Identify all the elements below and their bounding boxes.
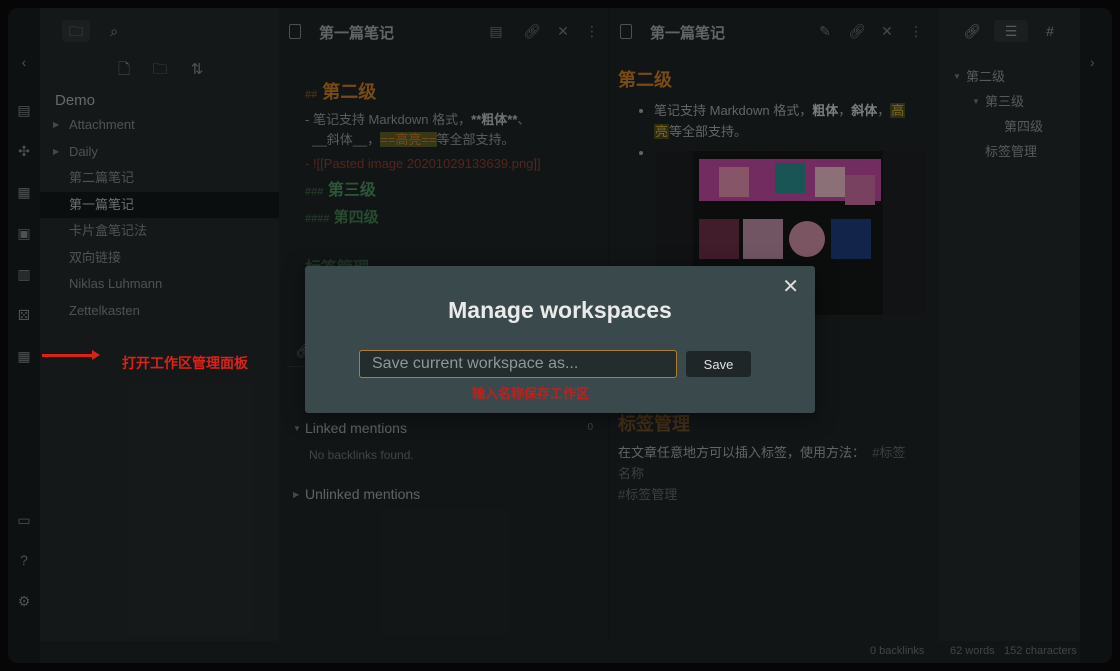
save-workspace-button[interactable]: Save — [686, 351, 751, 377]
workspace-name-input[interactable] — [359, 350, 677, 378]
manage-workspaces-modal: ✕ Manage workspaces Save 输入名称保存工作区 — [305, 266, 815, 413]
annotation-text: 打开工作区管理面板 — [122, 355, 248, 371]
modal-title: Manage workspaces — [448, 297, 672, 323]
annotation-arrow-icon — [42, 350, 100, 360]
close-icon[interactable]: ✕ — [782, 274, 799, 299]
annotation-input-hint: 输入名称保存工作区 — [472, 386, 590, 401]
